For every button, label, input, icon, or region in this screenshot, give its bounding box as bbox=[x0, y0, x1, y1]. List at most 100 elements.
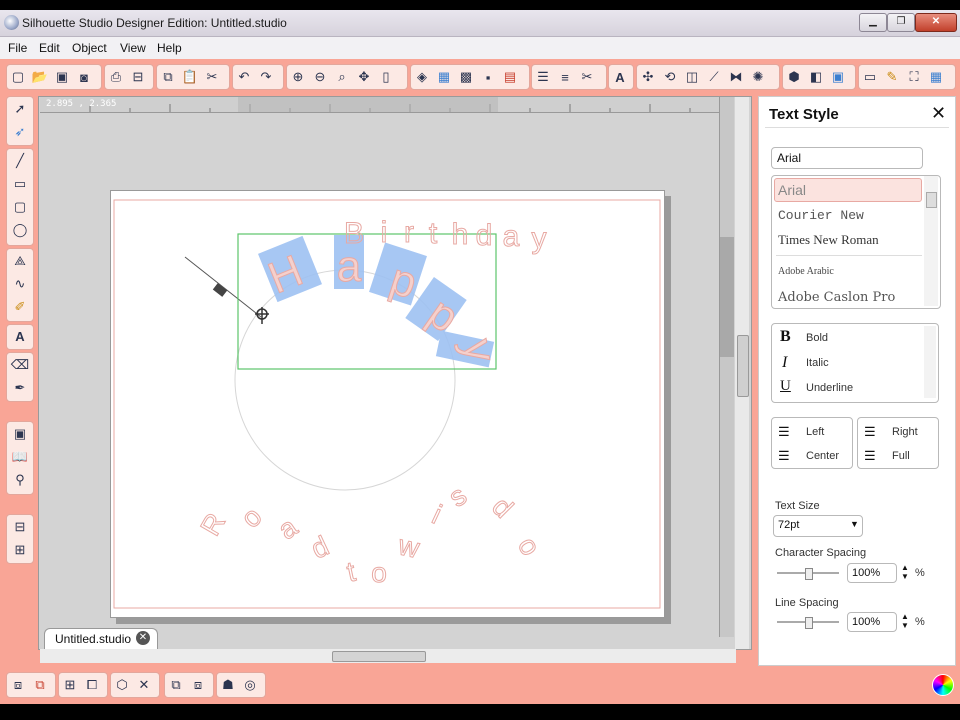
registration-icon[interactable]: ◧ bbox=[805, 66, 827, 88]
character-spacing-slider[interactable] bbox=[777, 568, 839, 580]
curve-tool-icon[interactable]: ∿ bbox=[7, 272, 33, 295]
cut-style-icon[interactable]: ✂ bbox=[576, 66, 598, 88]
grid-icon[interactable]: ▦ bbox=[925, 66, 947, 88]
character-spacing-stepper-icon[interactable]: ▲ ▼ bbox=[901, 563, 909, 581]
make-compound-icon[interactable]: ⊞ bbox=[59, 674, 81, 696]
cut-icon[interactable]: ✂ bbox=[201, 66, 223, 88]
vertical-scroll-thumb[interactable] bbox=[737, 335, 749, 397]
zoom-out-icon[interactable]: ⊖ bbox=[309, 66, 331, 88]
underline-label[interactable]: Underline bbox=[806, 382, 853, 394]
align-center-label[interactable]: Center bbox=[806, 450, 839, 462]
horizontal-scrollbar[interactable] bbox=[40, 649, 736, 663]
character-spacing-input[interactable]: 100% bbox=[847, 563, 897, 583]
fullscreen-icon[interactable]: ⛶ bbox=[903, 66, 925, 88]
polygon-tool-icon[interactable]: ⟁ bbox=[7, 249, 33, 272]
underline-icon[interactable]: U bbox=[780, 378, 791, 395]
select-arrow-icon[interactable]: ➚ bbox=[7, 97, 33, 120]
font-list-scrollbar[interactable] bbox=[924, 176, 938, 306]
edit-points-icon[interactable]: ➶ bbox=[7, 120, 33, 143]
bring-front-icon[interactable]: ⧉ bbox=[165, 674, 187, 696]
copy-icon[interactable]: ⧉ bbox=[157, 66, 179, 88]
italic-label[interactable]: Italic bbox=[806, 357, 829, 369]
transform-icon[interactable]: ⟲ bbox=[659, 66, 681, 88]
fill-color-icon[interactable]: ◈ bbox=[411, 66, 433, 88]
italic-icon[interactable]: I bbox=[782, 354, 787, 372]
target-icon[interactable]: ◎ bbox=[239, 674, 261, 696]
library-icon[interactable]: 📖 bbox=[7, 445, 33, 468]
ellipse-tool-icon[interactable]: ◯ bbox=[7, 218, 33, 241]
open-icon[interactable]: 📂 bbox=[29, 66, 51, 88]
minimize-button[interactable]: ▁ bbox=[859, 13, 887, 32]
align-center-icon[interactable]: ☰ bbox=[778, 448, 790, 464]
font-item-arial[interactable]: Arial bbox=[778, 182, 806, 198]
align-right-label[interactable]: Right bbox=[892, 426, 918, 438]
fit-page-icon[interactable]: ▯ bbox=[375, 66, 397, 88]
paste-icon[interactable]: 📋 bbox=[179, 66, 201, 88]
design-page[interactable]: BirthdayHappyRoadtowisdo bbox=[110, 190, 665, 618]
color-wheel-icon[interactable] bbox=[932, 674, 954, 696]
vertical-scrollbar[interactable] bbox=[735, 97, 749, 649]
menu-edit[interactable]: Edit bbox=[39, 41, 60, 55]
font-item-courier-new[interactable]: Courier New bbox=[778, 208, 864, 223]
text-style-icon[interactable]: A bbox=[609, 66, 631, 88]
zoom-in-icon[interactable]: ⊕ bbox=[287, 66, 309, 88]
send-back-icon[interactable]: ⧈ bbox=[187, 674, 209, 696]
save-icon[interactable]: ▣ bbox=[51, 66, 73, 88]
print-icon[interactable]: ⎙ bbox=[105, 66, 127, 88]
knife-tool-icon[interactable]: ✒ bbox=[7, 376, 33, 399]
line-weight-icon[interactable]: ☰ bbox=[532, 66, 554, 88]
fill-gradient-icon[interactable]: ▦ bbox=[433, 66, 455, 88]
new-icon[interactable]: ▢ bbox=[7, 66, 29, 88]
align-icon[interactable]: ✣ bbox=[637, 66, 659, 88]
line-color-icon[interactable]: ▪ bbox=[477, 66, 499, 88]
character-spacing-slider-thumb[interactable] bbox=[805, 568, 813, 580]
font-item-times-new-roman[interactable]: Times New Roman bbox=[778, 232, 879, 248]
font-list-scroll-thumb[interactable] bbox=[926, 192, 937, 208]
line-spacing-slider[interactable] bbox=[777, 617, 839, 629]
line-style-icon[interactable]: ▤ bbox=[499, 66, 521, 88]
menu-object[interactable]: Object bbox=[72, 41, 107, 55]
offset-icon[interactable]: ⟋ bbox=[703, 66, 725, 88]
save-as-icon[interactable]: ◙ bbox=[73, 66, 95, 88]
menu-help[interactable]: Help bbox=[157, 41, 182, 55]
align-full-label[interactable]: Full bbox=[892, 450, 910, 462]
pan-icon[interactable]: ✥ bbox=[353, 66, 375, 88]
shape-icon[interactable]: ☗ bbox=[217, 674, 239, 696]
line-spacing-input[interactable]: 100% bbox=[847, 612, 897, 632]
split-horizontal-icon[interactable]: ⊟ bbox=[7, 515, 33, 538]
freehand-tool-icon[interactable]: ✐ bbox=[7, 295, 33, 318]
font-item-adobe-arabic[interactable]: Adobe Arabic bbox=[778, 266, 834, 277]
font-list[interactable]: Arial Courier New Times New Roman Adobe … bbox=[771, 175, 941, 309]
maximize-button[interactable]: ❐ bbox=[887, 13, 915, 32]
bold-icon[interactable]: B bbox=[780, 328, 791, 346]
design-area-icon[interactable]: ▣ bbox=[7, 422, 33, 445]
style-list-scrollbar[interactable] bbox=[924, 326, 936, 398]
rounded-rect-tool-icon[interactable]: ▢ bbox=[7, 195, 33, 218]
eraser-tool-icon[interactable]: ⌫ bbox=[7, 353, 33, 376]
ungroup-icon[interactable]: ⧉ bbox=[29, 674, 51, 696]
split-grid-icon[interactable]: ⊞ bbox=[7, 538, 33, 561]
sketch-icon[interactable]: ✎ bbox=[881, 66, 903, 88]
align-left-icon[interactable]: ☰ bbox=[778, 424, 790, 440]
trace-icon[interactable]: ✺ bbox=[747, 66, 769, 88]
release-compound-icon[interactable]: ⧠ bbox=[81, 674, 103, 696]
cut-settings-icon[interactable]: ▣ bbox=[827, 66, 849, 88]
page-setup-icon[interactable]: ⬢ bbox=[783, 66, 805, 88]
design-page-icon[interactable]: ▭ bbox=[859, 66, 881, 88]
text-tool-icon[interactable]: A bbox=[7, 325, 33, 348]
modify-icon[interactable]: ⧓ bbox=[725, 66, 747, 88]
font-item-adobe-caslon-pro[interactable]: Adobe Caslon Pro bbox=[778, 290, 895, 305]
redo-icon[interactable]: ↷ bbox=[255, 66, 277, 88]
group-icon[interactable]: ⧈ bbox=[7, 674, 29, 696]
align-left-label[interactable]: Left bbox=[806, 426, 824, 438]
tab-untitled-studio[interactable]: Untitled.studio ✕ bbox=[44, 628, 158, 649]
font-search-field[interactable]: Arial bbox=[771, 147, 923, 169]
panel-close-icon[interactable]: ✕ bbox=[931, 103, 946, 124]
align-right-icon[interactable]: ☰ bbox=[864, 424, 876, 440]
rectangle-tool-icon[interactable]: ▭ bbox=[7, 172, 33, 195]
store-icon[interactable]: ⚲ bbox=[7, 468, 33, 491]
text-size-select[interactable]: 72pt ▼ bbox=[773, 515, 863, 537]
weld-icon[interactable]: ⬡ bbox=[111, 674, 133, 696]
bold-label[interactable]: Bold bbox=[806, 332, 828, 344]
menu-view[interactable]: View bbox=[120, 41, 146, 55]
